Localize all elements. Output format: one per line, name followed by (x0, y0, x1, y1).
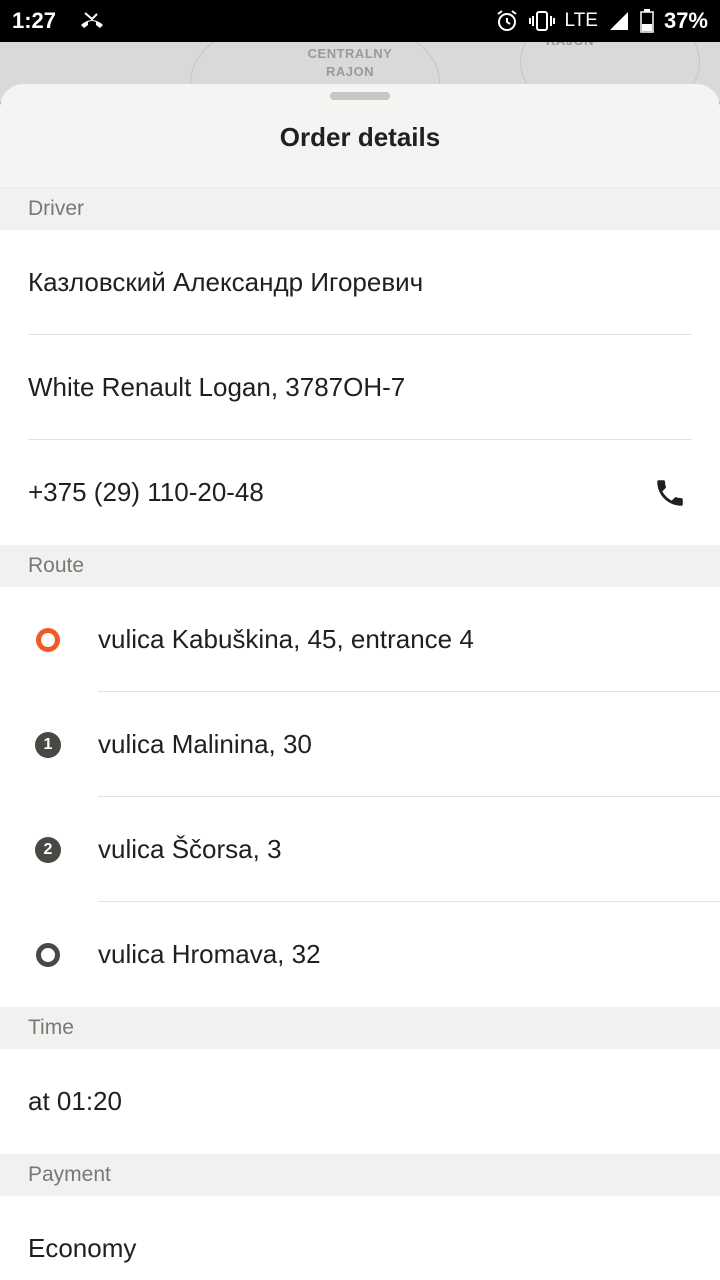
route-stop[interactable]: 2 vulica Ščorsa, 3 (0, 797, 720, 902)
missed-call-icon (78, 11, 106, 31)
driver-phone-row[interactable]: +375 (29) 110-20-48 (0, 440, 720, 545)
driver-name-row: Казловский Александр Игоревич (0, 230, 720, 335)
payment-tariff: Economy (28, 1233, 137, 1263)
status-bar: 1:27 LTE 37% (0, 0, 720, 42)
route-waypoint-marker-icon: 2 (0, 836, 98, 863)
map-district-label-line: CENTRALNY (307, 46, 393, 61)
route-stop-address: vulica Hromava, 32 (98, 939, 321, 969)
sheet-grabber[interactable] (330, 92, 390, 100)
alarm-icon (495, 9, 519, 33)
battery-icon (640, 9, 654, 33)
sheet-header: Order details (0, 84, 720, 188)
route-stop[interactable]: vulica Hromava, 32 (0, 902, 720, 1007)
payment-row[interactable]: Economy (0, 1196, 720, 1280)
route-start-marker-icon (0, 627, 98, 652)
vibrate-icon (528, 10, 555, 32)
phone-icon[interactable] (650, 473, 690, 513)
status-time: 1:27 (12, 8, 57, 33)
section-header-driver: Driver (0, 188, 720, 230)
route-stop-address: vulica Ščorsa, 3 (98, 834, 282, 864)
map-district-label: RAJON (530, 42, 610, 50)
map-district-label: CENTRALNY RAJON (290, 45, 410, 81)
driver-name: Казловский Александр Игоревич (28, 267, 424, 297)
route-stop[interactable]: 1 vulica Malinina, 30 (0, 692, 720, 797)
time-row: at 01:20 (0, 1049, 720, 1154)
section-header-route: Route (0, 545, 720, 587)
route-waypoint-number: 1 (35, 731, 61, 758)
route-stop[interactable]: vulica Kabuškina, 45, entrance 4 (0, 587, 720, 692)
order-details-sheet: Order details Driver Казловский Александ… (0, 84, 720, 1280)
route-waypoint-marker-icon: 1 (0, 731, 98, 758)
driver-car-row: White Renault Logan, 3787ОН-7 (0, 335, 720, 440)
sheet-title: Order details (279, 122, 441, 152)
battery-percent: 37% (663, 8, 708, 33)
driver-car: White Renault Logan, 3787ОН-7 (28, 372, 406, 402)
network-type: LTE (564, 10, 598, 31)
route-stop-address: vulica Kabuškina, 45, entrance 4 (98, 624, 474, 654)
route-stop-address: vulica Malinina, 30 (98, 729, 312, 759)
order-time: at 01:20 (28, 1086, 122, 1116)
section-header-payment: Payment (0, 1154, 720, 1196)
signal-icon (608, 10, 630, 32)
route-waypoint-number: 2 (35, 836, 61, 863)
route-end-marker-icon (0, 942, 98, 967)
map-district-label-line: RAJON (325, 64, 374, 79)
driver-phone: +375 (29) 110-20-48 (28, 477, 264, 507)
section-header-time: Time (0, 1007, 720, 1049)
